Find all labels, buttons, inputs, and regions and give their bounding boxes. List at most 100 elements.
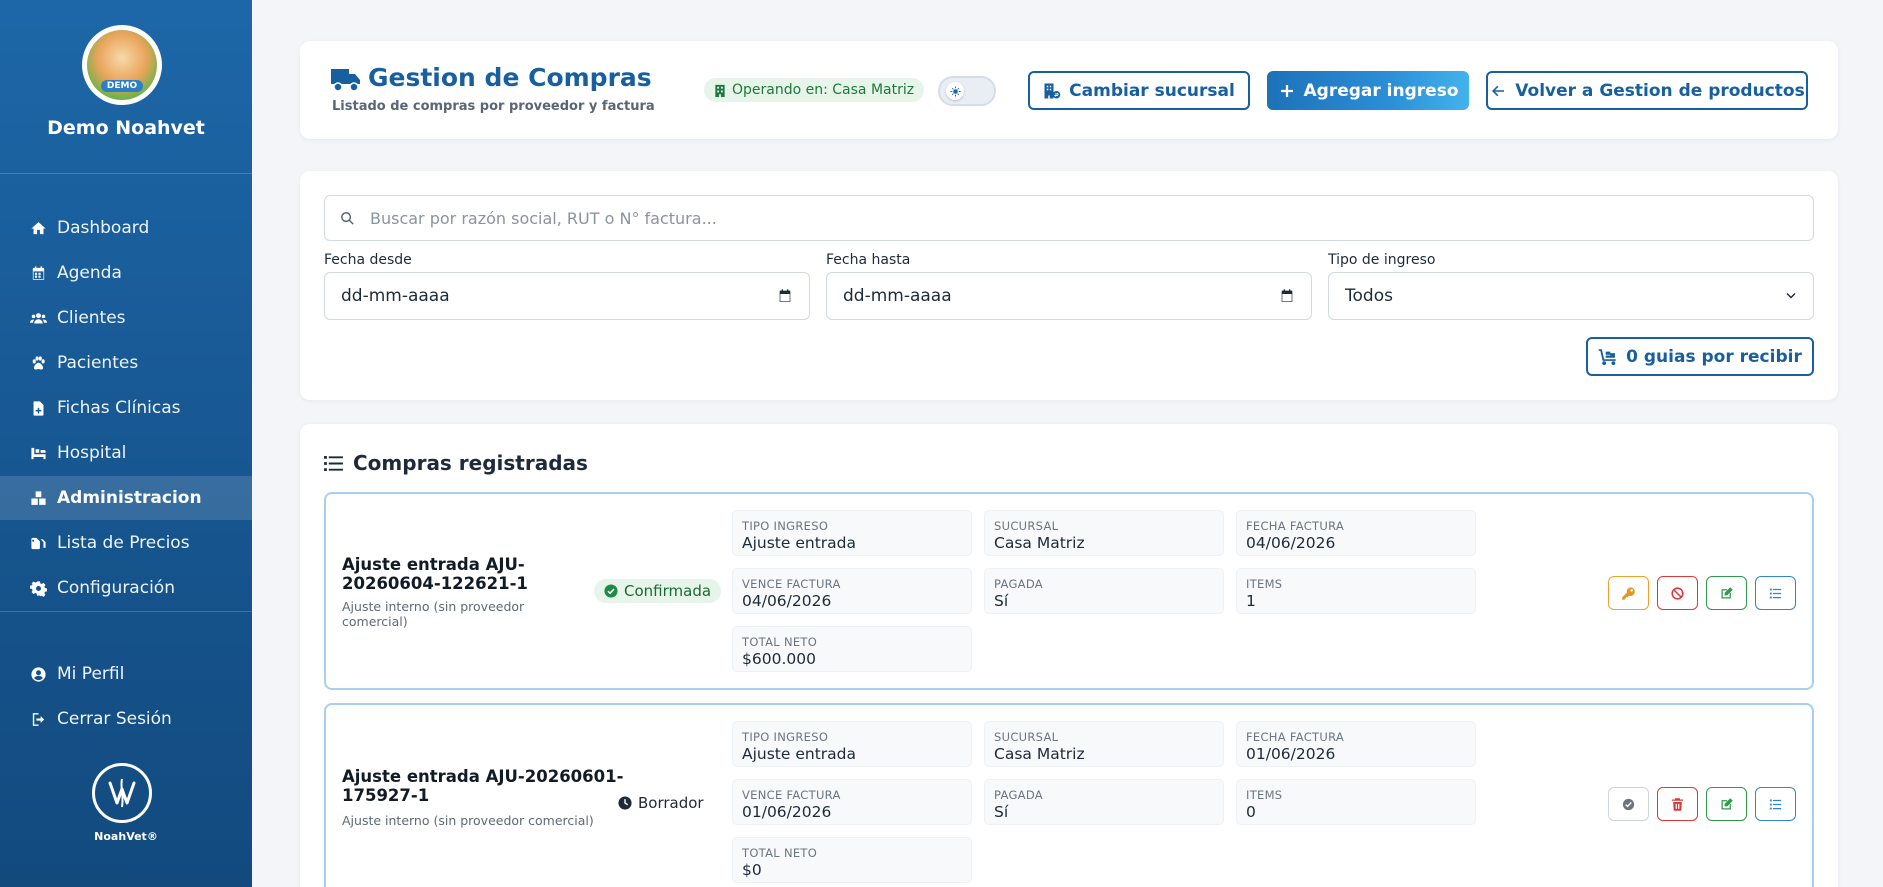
medical-file-icon: [29, 399, 47, 417]
calendar-icon[interactable]: [1279, 288, 1295, 304]
change-branch-label: Cambiar sucursal: [1069, 80, 1235, 101]
cell-value: $600.000: [742, 650, 816, 668]
filter-card: Fecha desde dd-mm-aaaa Fecha hasta dd-mm…: [300, 171, 1838, 400]
building-icon: [715, 84, 725, 97]
entry-type-value: Todos: [1345, 286, 1393, 306]
info-cell-vence: VENCE FACTURA 04/06/2026: [732, 568, 972, 614]
branch-badge-label: Operando en: Casa Matriz: [732, 82, 915, 98]
edit-button[interactable]: [1706, 787, 1747, 821]
info-cell-items: ITEMS 0: [1236, 779, 1476, 825]
sidebar-item-clientes[interactable]: Clientes: [0, 296, 252, 340]
purchase-title: Ajuste entrada AJU- 20260604-122621-1: [342, 555, 528, 593]
delete-button[interactable]: [1657, 787, 1698, 821]
sidebar-item-agenda[interactable]: Agenda: [0, 251, 252, 295]
date-from-value: dd-mm-aaaa: [341, 286, 450, 306]
list-icon: [1769, 588, 1782, 598]
date-to-input[interactable]: dd-mm-aaaa: [826, 272, 1312, 320]
cell-value: 1: [1246, 592, 1256, 610]
entry-type-select[interactable]: Todos: [1328, 272, 1814, 320]
sidebar-item-administracion[interactable]: Administracion: [0, 476, 252, 520]
cell-value: Casa Matriz: [994, 534, 1085, 552]
info-cell-fecha: FECHA FACTURA 01/06/2026: [1236, 721, 1476, 767]
purchase-title: Ajuste entrada AJU-20260601- 175927-1: [342, 767, 623, 805]
cell-label: TOTAL NETO: [742, 635, 818, 649]
back-to-products-button[interactable]: Volver a Gestion de productos: [1486, 71, 1808, 110]
cell-value: Ajuste entrada: [742, 745, 856, 763]
key-icon: [1622, 586, 1635, 600]
ban-icon: [1671, 586, 1684, 600]
sidebar-item-dashboard[interactable]: Dashboard: [0, 206, 252, 250]
confirm-button[interactable]: [1608, 787, 1649, 821]
search-box[interactable]: [324, 195, 1814, 241]
info-cell-neto: TOTAL NETO $600.000: [732, 626, 972, 672]
sidebar-item-configuracion[interactable]: Configuración: [0, 566, 252, 610]
edit-button[interactable]: [1706, 576, 1747, 610]
cell-label: TIPO INGRESO: [742, 730, 829, 744]
header-card: Gestion de Compras Listado de compras po…: [300, 41, 1838, 139]
date-from-label: Fecha desde: [324, 252, 412, 268]
calendar-icon[interactable]: [777, 288, 793, 304]
sidebar-item-lista-de-precios[interactable]: Lista de Precios: [0, 521, 252, 565]
sidebar-item-fichas-clinicas[interactable]: Fichas Clínicas: [0, 386, 252, 430]
sidebar: DEMO Demo Noahvet Dashboard Agenda Clien…: [0, 0, 252, 887]
clinic-name: Demo Noahvet: [47, 117, 205, 139]
cell-value: 01/06/2026: [742, 803, 832, 821]
entry-type-label: Tipo de ingreso: [1328, 252, 1436, 268]
sidebar-item-label: Lista de Precios: [57, 533, 190, 553]
sidebar-item-pacientes[interactable]: Pacientes: [0, 341, 252, 385]
purchase-subtitle-line: comercial): [342, 614, 408, 629]
paw-icon: [29, 354, 47, 372]
purchase-title-line: Ajuste entrada AJU-20260601-: [342, 767, 624, 786]
pending-guides-button[interactable]: 0 guias por recibir: [1586, 337, 1814, 376]
sidebar-item-cerrar-sesion[interactable]: Cerrar Sesión: [0, 697, 252, 741]
status-label: Borrador: [638, 794, 704, 812]
change-branch-button[interactable]: Cambiar sucursal: [1028, 71, 1250, 110]
info-cell-pagada: PAGADA Sí: [984, 779, 1224, 825]
details-button[interactable]: [1755, 576, 1796, 610]
details-button[interactable]: [1755, 787, 1796, 821]
cell-value: Sí: [994, 592, 1009, 610]
sidebar-item-label: Hospital: [57, 443, 127, 463]
key-button[interactable]: [1608, 576, 1649, 610]
info-cell-neto: TOTAL NETO $0: [732, 837, 972, 883]
sun-icon: [946, 82, 964, 100]
search-input[interactable]: [370, 208, 1770, 228]
info-cell-tipo: TIPO INGRESO Ajuste entrada: [732, 510, 972, 556]
edit-icon: [1721, 586, 1733, 598]
cell-label: SUCURSAL: [994, 730, 1059, 744]
cell-value: Ajuste entrada: [742, 534, 856, 552]
chevron-down-icon: [1786, 293, 1796, 299]
sidebar-item-label: Mi Perfil: [57, 664, 125, 684]
sidebar-item-label: Pacientes: [57, 353, 139, 373]
cancel-button[interactable]: [1657, 576, 1698, 610]
clinic-logo: DEMO: [82, 25, 162, 105]
cell-value: 01/06/2026: [1246, 745, 1336, 763]
purchase-card: Ajuste entrada AJU-20260601- 175927-1 Aj…: [324, 703, 1814, 887]
info-cell-vence: VENCE FACTURA 01/06/2026: [732, 779, 972, 825]
theme-toggle[interactable]: [938, 76, 996, 106]
sidebar-item-label: Agenda: [57, 263, 122, 283]
sidebar-divider: [0, 173, 252, 174]
sidebar-item-label: Cerrar Sesión: [57, 709, 172, 729]
info-cell-items: ITEMS 1: [1236, 568, 1476, 614]
sidebar-item-hospital[interactable]: Hospital: [0, 431, 252, 475]
cell-label: TOTAL NETO: [742, 846, 818, 860]
sidebar-item-label: Clientes: [57, 308, 126, 328]
sidebar-item-mi-perfil[interactable]: Mi Perfil: [0, 652, 252, 696]
cell-label: PAGADA: [994, 788, 1043, 802]
date-to-value: dd-mm-aaaa: [843, 286, 952, 306]
purchase-title-line: 175927-1: [342, 786, 430, 805]
home-icon: [29, 219, 47, 237]
info-cell-sucursal: SUCURSAL Casa Matriz: [984, 721, 1224, 767]
logo-badge: DEMO: [100, 80, 144, 92]
purchase-title-line: 20260604-122621-1: [342, 574, 528, 593]
cell-label: VENCE FACTURA: [742, 788, 841, 802]
cell-value: Sí: [994, 803, 1009, 821]
date-from-input[interactable]: dd-mm-aaaa: [324, 272, 810, 320]
check-circle-icon: [604, 584, 618, 598]
cell-label: FECHA FACTURA: [1246, 730, 1345, 744]
price-tag-icon: [29, 534, 47, 552]
info-cell-pagada: PAGADA Sí: [984, 568, 1224, 614]
check-circle-icon: [1622, 798, 1635, 810]
add-entry-button[interactable]: Agregar ingreso: [1267, 71, 1469, 110]
